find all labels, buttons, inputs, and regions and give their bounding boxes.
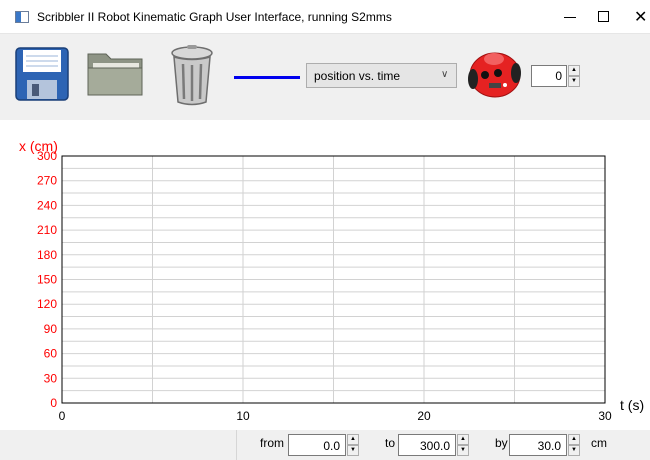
from-down-button[interactable]: ▼: [347, 445, 359, 456]
save-button[interactable]: [15, 47, 69, 106]
robot-number-up-button[interactable]: ▲: [568, 65, 580, 76]
y-tick-label: 270: [37, 174, 57, 188]
y-tick-label: 210: [37, 223, 57, 237]
to-field[interactable]: 300.0: [398, 434, 456, 456]
toolbar: position vs. time ∨ 0 ▲ ▼: [0, 34, 650, 120]
window-title: Scribbler II Robot Kinematic Graph User …: [37, 10, 392, 24]
from-label: from: [260, 436, 284, 450]
graph-area: 0 30 60 90 120 150 180 210 240 270 300 0 10 20 30 x (cm…: [0, 120, 650, 430]
maximize-button[interactable]: [585, 0, 625, 34]
by-down-button[interactable]: ▼: [568, 445, 580, 456]
robot-button[interactable]: [465, 45, 523, 106]
to-down-button[interactable]: ▼: [457, 445, 469, 456]
close-icon: ✕: [634, 9, 648, 26]
y-tick-label: 150: [37, 273, 57, 287]
by-label: by: [495, 436, 508, 450]
to-spinner: 300.0 ▲ ▼: [398, 434, 472, 456]
floppy-disk-icon: [15, 47, 69, 101]
x-axis-label: t (s): [620, 397, 644, 413]
y-tick-label: 0: [50, 396, 57, 410]
y-tick-label: 60: [44, 347, 58, 361]
maximize-icon: [598, 11, 609, 22]
kinematic-graph: 03060901201501802102402703000 10 20 30x (cm…: [19, 138, 644, 423]
x-tick-label: 10: [236, 409, 250, 423]
y-tick-label: 240: [37, 198, 57, 212]
to-up-button[interactable]: ▲: [457, 434, 469, 445]
robot-number-stepper: ▲ ▼: [568, 65, 580, 87]
clear-button[interactable]: [168, 44, 216, 111]
close-button[interactable]: ✕: [620, 0, 650, 34]
graph-type-select[interactable]: position vs. time ∨: [306, 63, 457, 88]
folder-icon: [87, 53, 143, 96]
minimize-icon: [564, 17, 576, 18]
graph-type-value: position vs. time: [314, 69, 401, 83]
from-up-button[interactable]: ▲: [347, 434, 359, 445]
scribbler-robot-icon: [468, 52, 521, 98]
chevron-down-icon: ∨: [441, 69, 449, 80]
y-tick-label: 180: [37, 248, 57, 262]
to-stepper: ▲ ▼: [457, 434, 469, 456]
y-tick-label: 30: [44, 371, 58, 385]
from-stepper: ▲ ▼: [347, 434, 359, 456]
line-color-swatch[interactable]: [234, 76, 300, 79]
x-tick-label: 30: [598, 409, 612, 423]
y-tick-label: 90: [44, 322, 58, 336]
by-field[interactable]: 30.0: [509, 434, 567, 456]
open-button[interactable]: [86, 48, 144, 103]
by-stepper: ▲ ▼: [568, 434, 580, 456]
y-tick-label: 120: [37, 297, 57, 311]
app-icon: [15, 11, 29, 23]
by-up-button[interactable]: ▲: [568, 434, 580, 445]
minimize-button[interactable]: [550, 0, 590, 34]
y-axis-label: x (cm): [19, 138, 58, 154]
to-label: to: [385, 436, 396, 450]
robot-number-down-button[interactable]: ▼: [568, 76, 580, 87]
robot-number-spinner: 0 ▲ ▼: [531, 65, 581, 87]
trash-can-icon: [171, 45, 213, 106]
x-tick-label: 0: [59, 409, 66, 423]
robot-number-field[interactable]: 0: [531, 65, 567, 87]
from-field[interactable]: 0.0: [288, 434, 346, 456]
divider: [236, 430, 237, 460]
x-tick-label: 20: [417, 409, 431, 423]
from-spinner: 0.0 ▲ ▼: [288, 434, 360, 456]
range-controls-bar: from 0.0 ▲ ▼ to 300.0 ▲ ▼ by 30.0 ▲ ▼ cm: [0, 430, 650, 460]
title-bar: Scribbler II Robot Kinematic Graph User …: [0, 0, 650, 34]
unit-label: cm: [591, 436, 607, 450]
by-spinner: 30.0 ▲ ▼: [509, 434, 583, 456]
